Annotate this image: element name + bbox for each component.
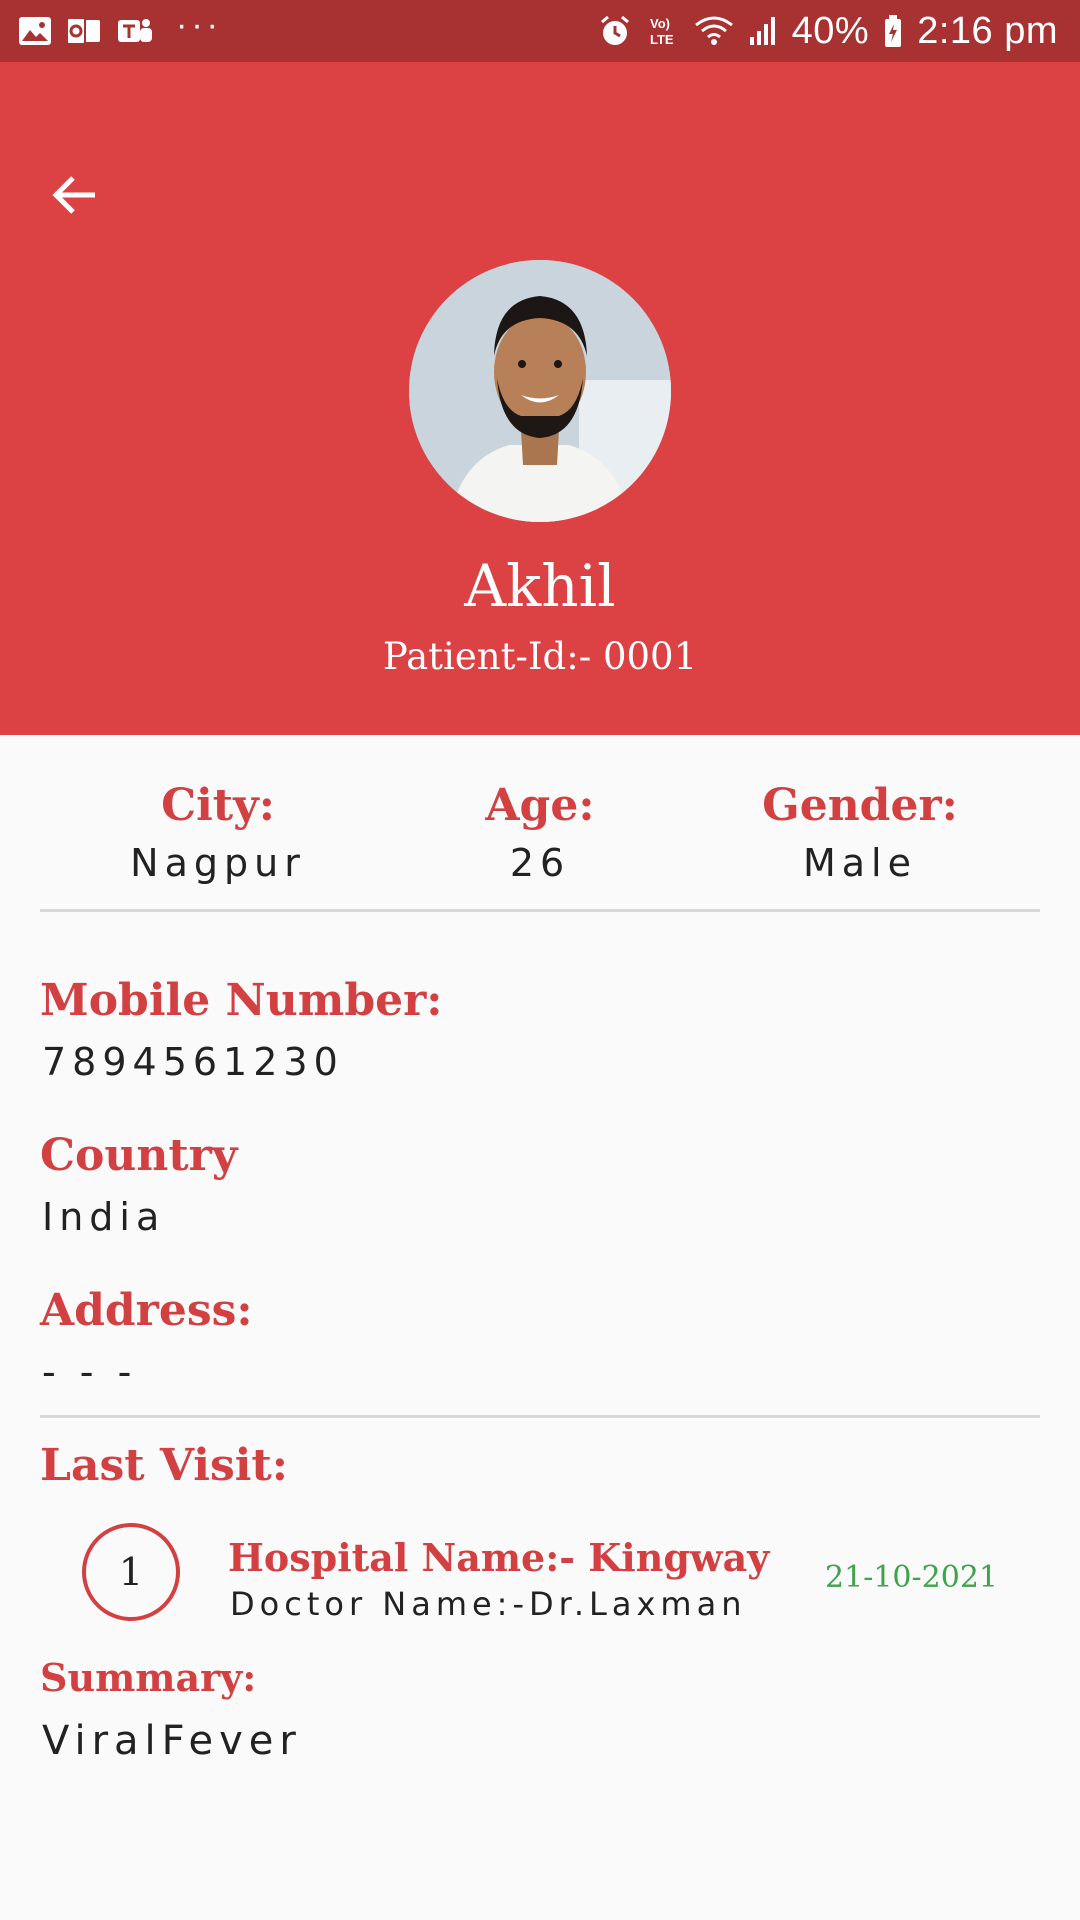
outlook-icon (66, 16, 102, 46)
country-value: India (42, 1195, 166, 1239)
hospital-name: Hospital Name:- Kingway (228, 1535, 770, 1580)
back-button[interactable] (40, 172, 110, 222)
avatar (409, 260, 671, 522)
age-column: Age: 26 (380, 780, 700, 885)
mobile-label: Mobile Number: (40, 975, 443, 1026)
arrow-left-icon (51, 173, 99, 221)
clock: 2:16 pm (917, 9, 1058, 52)
doctor-name: Doctor Name:-Dr.Laxman (230, 1585, 747, 1623)
svg-text:LTE: LTE (650, 32, 674, 47)
alarm-icon (598, 14, 632, 48)
divider (40, 909, 1040, 912)
visit-number-badge: 1 (82, 1523, 180, 1621)
gender-label: Gender: (762, 780, 958, 831)
summary-label: Summary: (40, 1655, 257, 1700)
avatar-photo (409, 260, 671, 522)
gallery-icon (18, 16, 52, 46)
city-value: Nagpur (130, 841, 306, 885)
age-label: Age: (485, 780, 595, 831)
summary-row: City: Nagpur Age: 26 Gender: Male (0, 780, 1080, 890)
profile-header: Akhil Patient-Id:- 0001 (0, 62, 1080, 735)
city-label: City: (161, 780, 275, 831)
last-visit-title: Last Visit: (40, 1440, 288, 1491)
battery-percent: 40% (791, 9, 870, 52)
svg-text:Vo): Vo) (650, 16, 670, 31)
gender-value: Male (802, 841, 917, 885)
volte-icon: Vo) LTE (646, 14, 680, 48)
status-left: ··· (18, 6, 222, 51)
signal-icon (748, 15, 778, 47)
address-label: Address: (40, 1285, 253, 1336)
battery-icon (883, 14, 903, 48)
divider (40, 1415, 1040, 1418)
visit-date: 21-10-2021 (825, 1560, 998, 1595)
age-value: 26 (509, 841, 571, 885)
status-bar: ··· Vo) LTE 40% 2:16 pm (0, 0, 1080, 62)
patient-id: Patient-Id:- 0001 (382, 635, 698, 678)
status-right: Vo) LTE 40% 2:16 pm (598, 10, 1058, 53)
summary-value: ViralFever (42, 1718, 302, 1764)
wifi-icon (694, 15, 734, 47)
gender-column: Gender: Male (700, 780, 1020, 885)
country-label: Country (40, 1130, 238, 1181)
mobile-value: 7894561230 (42, 1040, 344, 1084)
patient-name: Akhil (464, 552, 616, 620)
city-column: City: Nagpur (58, 780, 378, 885)
status-overflow: ··· (176, 5, 222, 44)
address-value: - - - (42, 1350, 138, 1394)
teams-icon (116, 16, 154, 46)
